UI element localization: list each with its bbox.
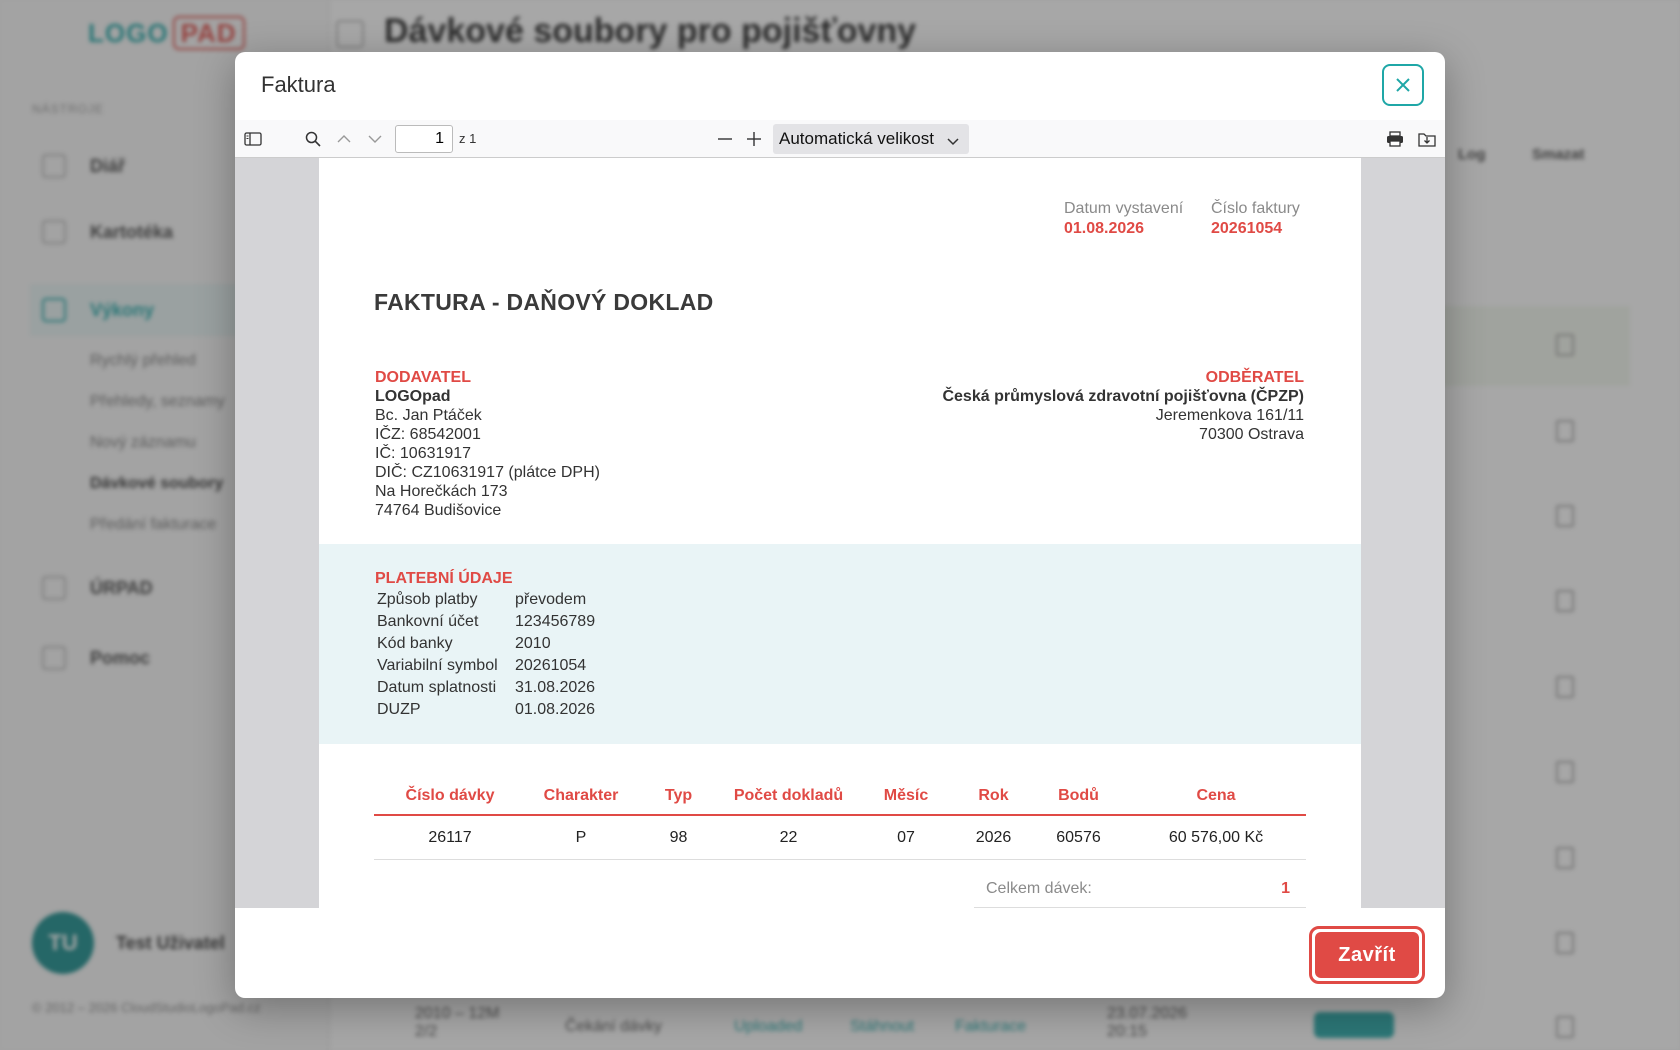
totals-label: Celkem dávek:	[986, 880, 1092, 897]
payment-row: Způsob platby převodem	[377, 591, 587, 608]
supplier-line: IČ: 10631917	[375, 445, 472, 462]
pdf-page: Datum vystavení 01.08.2026 Číslo faktury…	[319, 158, 1361, 908]
search-icon[interactable]	[303, 129, 323, 149]
column-header: Charakter	[543, 787, 619, 804]
invoice-number-value: 20261054	[1211, 220, 1283, 237]
table-row: 26117 P 98 22 07 2026 60576 60 576,00 Kč	[374, 816, 1306, 860]
download-icon[interactable]	[1417, 129, 1437, 149]
issue-date-label: Datum vystavení	[1064, 200, 1184, 217]
table-cell: 60576	[1056, 828, 1101, 846]
table-cell: 98	[669, 828, 688, 846]
totals-value: 1	[1281, 880, 1290, 897]
zoom-select[interactable]: Automatická velikost	[773, 124, 969, 154]
column-header: Typ	[664, 787, 693, 804]
supplier-line: Na Horečkách 173	[375, 483, 508, 500]
batch-table: Číslo dávky Charakter Typ Počet dokladů …	[374, 778, 1306, 860]
supplier-line: Bc. Jan Ptáček	[375, 407, 482, 424]
table-cell: 22	[779, 828, 798, 846]
table-cell: 26117	[428, 828, 472, 846]
payment-section: PLATEBNÍ ÚDAJE Způsob platby převodem Ban…	[319, 544, 1361, 744]
column-header: Rok	[978, 787, 1009, 804]
chevron-up-icon[interactable]	[334, 129, 354, 149]
issue-date-value: 01.08.2026	[1064, 220, 1145, 237]
customer-line: Jeremenkova 161/11	[1155, 407, 1304, 424]
column-header: Bodů	[1058, 787, 1099, 804]
invoice-modal: Faktura z 1 Au	[235, 52, 1445, 998]
batch-table-header: Číslo dávky Charakter Typ Počet dokladů …	[374, 778, 1306, 816]
print-icon[interactable]	[1385, 129, 1405, 149]
supplier-heading: DODAVATEL	[375, 369, 471, 386]
supplier-line: DIČ: CZ10631917 (plátce DPH)	[375, 464, 600, 481]
totals-row: Celkem dávek: 1	[974, 878, 1306, 908]
modal-title: Faktura	[261, 72, 336, 97]
table-cell: 2026	[975, 828, 1012, 846]
supplier-line: 74764 Budišovice	[375, 502, 502, 519]
pdf-viewer[interactable]: z 1 Automatická velikost Datum vystavení…	[235, 120, 1445, 908]
column-header: Číslo dávky	[405, 787, 495, 804]
close-modal-button[interactable]: Zavřít	[1309, 926, 1425, 984]
supplier-name: LOGOpad	[375, 388, 451, 405]
invoice-number-block: Číslo faktury 20261054	[1211, 200, 1300, 238]
zoom-out-icon[interactable]	[715, 129, 735, 149]
chevron-down-icon	[947, 131, 959, 151]
page-number-input[interactable]	[395, 125, 453, 153]
zoom-in-icon[interactable]	[744, 129, 764, 149]
document-title: FAKTURA - DAŇOVÝ DOKLAD	[374, 289, 714, 315]
issue-date-block: Datum vystavení 01.08.2026	[1064, 200, 1183, 238]
invoice-number-label: Číslo faktury	[1211, 200, 1300, 217]
sidebar-toggle-icon[interactable]	[243, 129, 263, 149]
customer-heading: ODBĚRATEL	[1205, 369, 1304, 386]
payment-table: Způsob platby převodem Bankovní účet 12345…	[377, 589, 595, 721]
pdf-toolbar: z 1 Automatická velikost	[235, 120, 1445, 158]
payment-row: Bankovní účet 123456789	[377, 613, 596, 630]
payment-row: DUZP 01.08.2026	[377, 701, 596, 718]
close-button[interactable]	[1382, 64, 1424, 106]
close-icon	[1396, 78, 1410, 92]
table-cell: 60 576,00 Kč	[1168, 828, 1264, 846]
page-count: z 1	[459, 131, 477, 146]
payment-row: Kód banky 2010	[377, 635, 551, 652]
customer-line: 70300 Ostrava	[1199, 426, 1304, 443]
column-header: Cena	[1196, 787, 1236, 804]
column-header: Měsíc	[883, 787, 929, 804]
supplier-line: IČZ: 68542001	[375, 426, 481, 443]
table-cell: 07	[897, 828, 915, 846]
payment-row: Variabilní symbol 20261054	[377, 657, 587, 674]
supplier-block: DODAVATEL LOGOpad Bc. Jan Ptáček IČZ: 68…	[375, 368, 600, 520]
customer-block: ODBĚRATEL Česká průmyslová zdravotní poj…	[942, 368, 1304, 444]
customer-name: Česká průmyslová zdravotní pojišťovna (Č…	[942, 388, 1304, 405]
chevron-down-icon[interactable]	[365, 129, 385, 149]
payment-row: Datum splatnosti 31.08.2026	[377, 679, 596, 696]
payment-heading: PLATEBNÍ ÚDAJE	[375, 570, 513, 587]
column-header: Počet dokladů	[733, 787, 844, 804]
close-modal-button-label[interactable]: Zavřít	[1315, 932, 1419, 978]
table-cell: P	[575, 828, 587, 846]
